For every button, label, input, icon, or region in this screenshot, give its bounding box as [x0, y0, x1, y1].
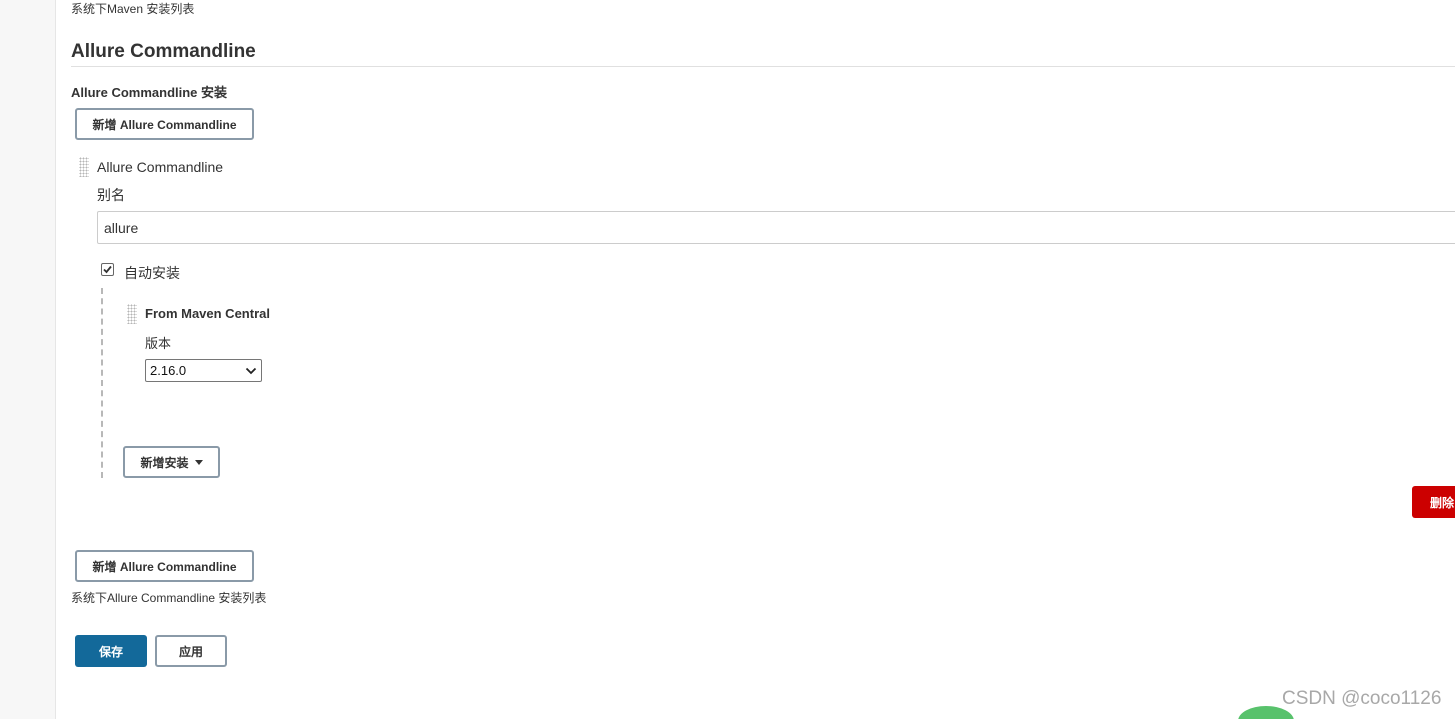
config-page: 系统下Maven 安装列表 Allure Commandline Allure …: [0, 0, 1455, 719]
installer-drag-handle-icon[interactable]: [127, 304, 137, 324]
delete-button[interactable]: 删除: [1412, 486, 1455, 518]
installation-type-label: Allure Commandline: [97, 159, 224, 175]
add-installer-button[interactable]: 新增安装: [123, 446, 220, 478]
drag-handle-icon[interactable]: [79, 157, 89, 177]
check-icon: [103, 265, 112, 274]
installer-title: From Maven Central: [145, 306, 270, 321]
alias-label: 别名: [97, 187, 125, 203]
chevron-down-icon: [245, 367, 257, 374]
add-allure-button-bottom[interactable]: 新增 Allure Commandline: [75, 550, 254, 582]
installations-label: Allure Commandline 安装: [71, 85, 228, 100]
caret-down-icon: [194, 459, 203, 465]
installer-group-border: [101, 288, 103, 478]
auto-install-label: 自动安装: [124, 265, 180, 281]
auto-install-checkbox[interactable]: [101, 263, 114, 276]
alias-input[interactable]: [97, 211, 1455, 244]
maven-list-description: 系统下Maven 安装列表: [71, 2, 195, 16]
version-label: 版本: [145, 336, 172, 351]
allure-list-description: 系统下Allure Commandline 安装列表: [71, 591, 267, 605]
add-installer-label: 新增安装: [140, 455, 189, 470]
save-button[interactable]: 保存: [75, 635, 147, 667]
side-panel: [0, 0, 56, 719]
section-divider: [71, 66, 1455, 67]
apply-button[interactable]: 应用: [155, 635, 227, 667]
section-title: Allure Commandline: [71, 41, 256, 62]
watermark: CSDN @coco1126: [1282, 688, 1442, 709]
add-allure-button-top[interactable]: 新增 Allure Commandline: [75, 108, 254, 140]
version-select-value: 2.16.0: [150, 363, 187, 378]
version-select[interactable]: 2.16.0: [145, 359, 262, 382]
